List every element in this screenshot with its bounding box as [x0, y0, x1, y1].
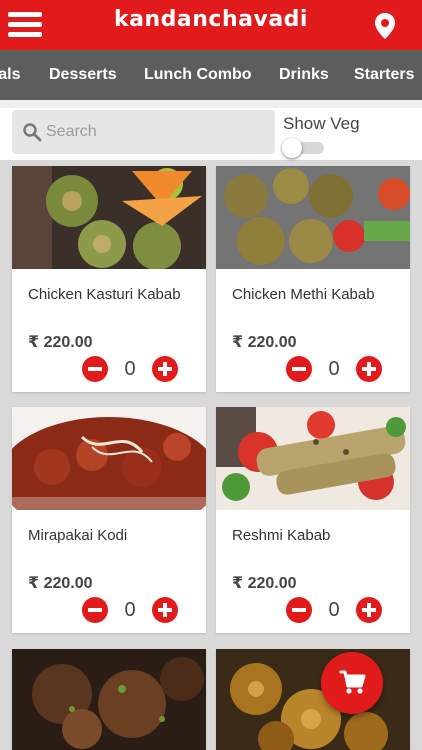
tab-desserts[interactable]: Desserts [49, 50, 117, 100]
quantity-value: 0 [124, 358, 136, 380]
quantity-stepper: 0 [286, 597, 386, 623]
minus-icon[interactable] [286, 597, 312, 623]
plus-icon[interactable] [356, 597, 382, 623]
search-icon [23, 123, 42, 142]
item-name: Chicken Kasturi Kabab [28, 286, 181, 303]
item-price: ₹ 220.00 [28, 575, 93, 592]
item-price: ₹ 220.00 [232, 334, 297, 351]
menu-item-card[interactable]: Chicken Kasturi Kabab ₹ 220.00 0 [12, 166, 206, 392]
show-veg-toggle[interactable] [282, 138, 324, 158]
item-price: ₹ 220.00 [232, 575, 297, 592]
food-image [12, 166, 206, 269]
menu-item-card[interactable]: Chicken Methi Kabab ₹ 220.00 0 [216, 166, 410, 392]
quantity-stepper: 0 [82, 356, 182, 382]
menu-item-card[interactable] [12, 649, 206, 750]
food-image [12, 649, 206, 750]
minus-icon[interactable] [286, 356, 312, 382]
item-price: ₹ 220.00 [28, 334, 93, 351]
quantity-value: 0 [124, 599, 136, 621]
tab-lunch-combo[interactable]: Lunch Combo [144, 50, 252, 100]
tab-drinks[interactable]: Drinks [279, 50, 329, 100]
brand-logo: kandanchavadi [114, 7, 308, 32]
search-input[interactable] [46, 110, 266, 154]
shopping-cart-icon [339, 670, 366, 694]
item-name: Chicken Methi Kabab [232, 286, 375, 303]
map-pin-icon[interactable] [374, 12, 396, 40]
category-tabs: Meals Desserts Lunch Combo Drinks Starte… [0, 50, 422, 100]
search-box[interactable] [12, 110, 275, 154]
food-image [216, 166, 410, 269]
show-veg-label: Show Veg [283, 114, 360, 133]
tab-starters[interactable]: Starters [354, 50, 414, 100]
food-image [216, 407, 410, 510]
food-image [12, 407, 206, 510]
cart-button[interactable] [321, 652, 383, 714]
app-screen: kandanchavadi Meals Desserts Lunch Combo… [0, 0, 422, 750]
quantity-value: 0 [328, 358, 340, 380]
quantity-stepper: 0 [82, 597, 182, 623]
quantity-value: 0 [328, 599, 340, 621]
plus-icon[interactable] [356, 356, 382, 382]
minus-icon[interactable] [82, 597, 108, 623]
menu-item-card[interactable]: Reshmi Kabab ₹ 220.00 0 [216, 407, 410, 633]
tab-meals[interactable]: Meals [0, 50, 20, 100]
menu-item-card[interactable]: Mirapakai Kodi ₹ 220.00 0 [12, 407, 206, 633]
top-app-bar: kandanchavadi [0, 0, 422, 50]
minus-icon[interactable] [82, 356, 108, 382]
scrolled-content-edge [0, 100, 422, 108]
item-name: Mirapakai Kodi [28, 527, 128, 544]
plus-icon[interactable] [152, 356, 178, 382]
plus-icon[interactable] [152, 597, 178, 623]
item-name: Reshmi Kabab [232, 527, 331, 544]
quantity-stepper: 0 [286, 356, 386, 382]
